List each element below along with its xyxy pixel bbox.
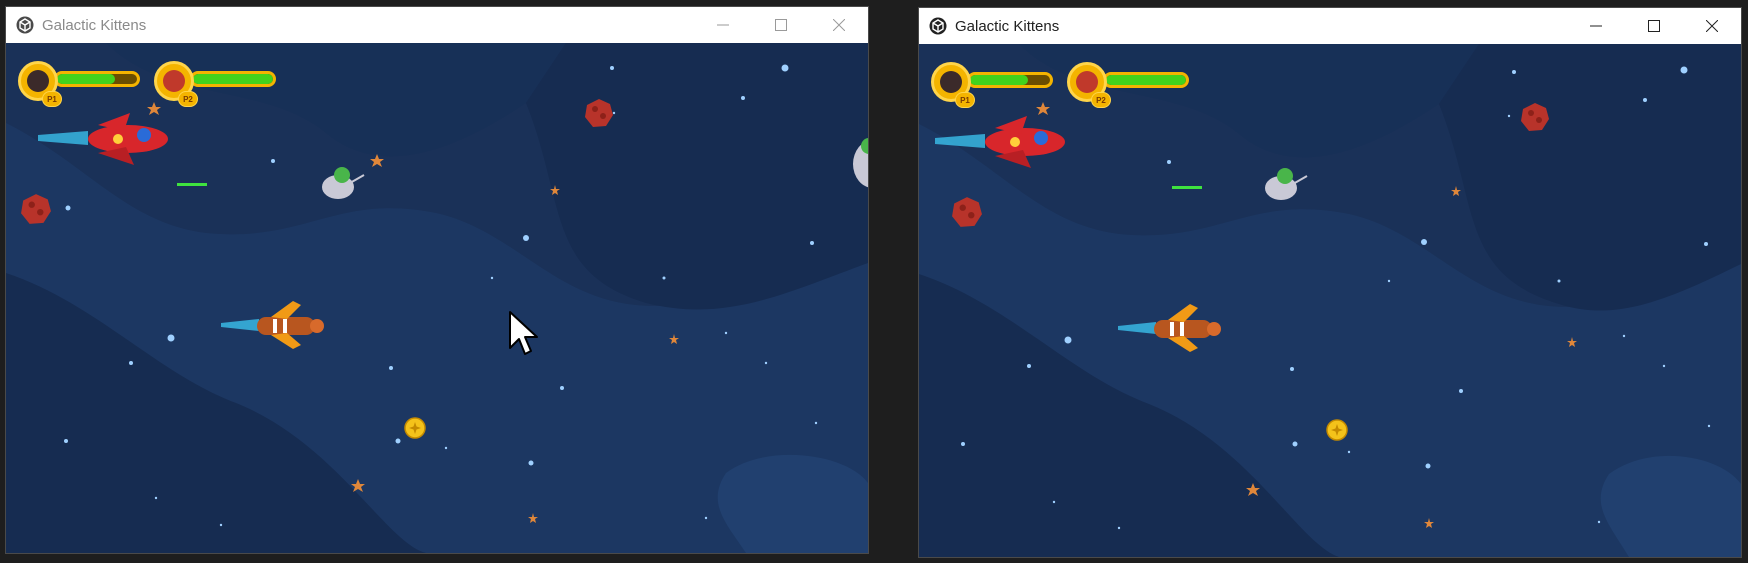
close-button[interactable] xyxy=(810,7,868,43)
hud-player1: P1 xyxy=(18,61,142,107)
hud-player2: P2 xyxy=(1067,62,1191,108)
asteroid xyxy=(1521,103,1549,131)
close-button[interactable] xyxy=(1683,8,1741,44)
close-icon xyxy=(1706,20,1718,32)
player-badge: P2 xyxy=(178,91,198,107)
health-bar-fill xyxy=(193,74,273,84)
hud: P1 P2 xyxy=(931,62,1191,108)
mouse-cursor-icon xyxy=(509,311,538,355)
asteroid xyxy=(952,197,982,227)
cat-face-icon xyxy=(163,70,185,92)
window-title: Galactic Kittens xyxy=(955,17,1060,35)
enemy-ship xyxy=(322,167,365,199)
close-icon xyxy=(833,19,845,31)
enemy-laser xyxy=(1172,186,1202,189)
maximize-button[interactable] xyxy=(752,7,810,43)
hud-player2: P2 xyxy=(154,61,278,107)
maximize-icon xyxy=(1648,20,1660,32)
health-bar-fill xyxy=(57,74,115,84)
health-bar-fill xyxy=(970,75,1028,85)
cat-face-icon xyxy=(27,70,49,92)
health-bar xyxy=(190,71,276,87)
player2-ship xyxy=(1118,304,1221,352)
player-badge: P1 xyxy=(42,91,62,107)
game-viewport[interactable]: P1 P2 xyxy=(919,44,1741,557)
coin-icon xyxy=(404,417,426,439)
enemy-ship xyxy=(1265,168,1308,200)
health-bar-fill xyxy=(1106,75,1186,85)
unity-logo-icon xyxy=(16,16,34,34)
enemy-ship-edge xyxy=(853,138,868,188)
health-bar xyxy=(54,71,140,87)
title-bar[interactable]: Galactic Kittens xyxy=(6,7,868,43)
player1-ship xyxy=(38,113,168,165)
title-bar[interactable]: Galactic Kittens xyxy=(919,8,1741,44)
minimize-button[interactable] xyxy=(1567,8,1625,44)
health-bar xyxy=(967,72,1053,88)
minimize-icon xyxy=(1590,25,1602,27)
game-viewport[interactable]: P1 P2 xyxy=(6,43,868,553)
enemy-laser xyxy=(177,183,207,186)
player2-ship xyxy=(221,301,324,349)
game-window-1[interactable]: Galactic Kittens P1 P2 xyxy=(5,6,869,554)
cat-face-icon xyxy=(940,71,962,93)
minimize-icon xyxy=(717,24,729,26)
maximize-button[interactable] xyxy=(1625,8,1683,44)
hud: P1 P2 xyxy=(18,61,278,107)
cat-face-icon xyxy=(1076,71,1098,93)
asteroid xyxy=(21,194,51,224)
asteroid xyxy=(585,99,613,127)
game-window-2[interactable]: Galactic Kittens P1 P2 xyxy=(918,7,1742,558)
coin-icon xyxy=(1326,419,1348,441)
health-bar xyxy=(1103,72,1189,88)
minimize-button[interactable] xyxy=(694,7,752,43)
maximize-icon xyxy=(775,19,787,31)
player-badge: P2 xyxy=(1091,92,1111,108)
player1-ship xyxy=(935,116,1065,168)
player-badge: P1 xyxy=(955,92,975,108)
hud-player1: P1 xyxy=(931,62,1055,108)
unity-logo-icon xyxy=(929,17,947,35)
window-title: Galactic Kittens xyxy=(42,16,147,34)
